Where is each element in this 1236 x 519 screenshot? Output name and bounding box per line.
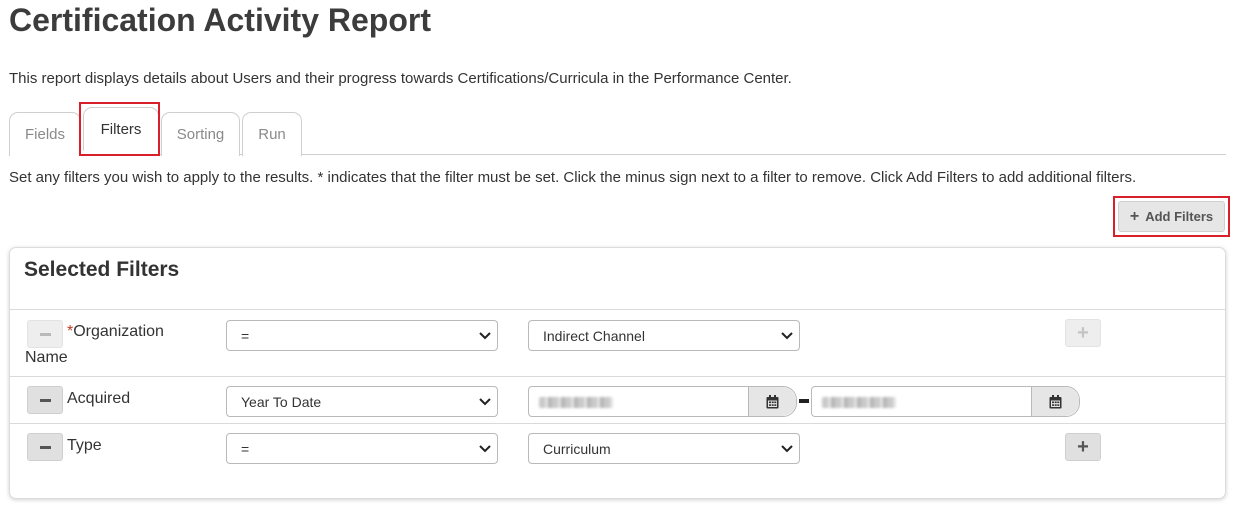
start-date-field[interactable]: [528, 386, 797, 417]
minus-icon: [39, 445, 51, 449]
add-value-button[interactable]: +: [1065, 433, 1101, 461]
add-filters-label: Add Filters: [1145, 209, 1214, 224]
operator-select[interactable]: =: [226, 320, 498, 351]
filter-label: Acquired: [67, 390, 131, 407]
filter-label-continued: Name: [25, 349, 68, 366]
end-date-field[interactable]: [811, 386, 1080, 417]
range-separator: [799, 399, 809, 403]
minus-icon: [39, 332, 51, 336]
chevron-down-icon: [781, 332, 793, 340]
minus-icon: [39, 398, 51, 402]
report-tabs: Fields Filters Sorting Run: [9, 107, 1226, 156]
calendar-icon: [766, 394, 779, 408]
filter-label: Type: [67, 437, 102, 454]
start-date-calendar-button[interactable]: [748, 387, 796, 416]
plus-icon: +: [1129, 207, 1140, 225]
tab-run[interactable]: Run: [242, 112, 302, 156]
filter-row-organization-name: *Organization Name = Indirect Channel +: [10, 310, 1225, 376]
tab-sorting[interactable]: Sorting: [161, 112, 240, 156]
filter-label: *Organization: [67, 323, 164, 340]
chevron-down-icon: [479, 332, 491, 340]
selected-filters-panel: Selected Filters *Organization Name = In…: [9, 247, 1226, 499]
remove-filter-button[interactable]: [27, 433, 63, 461]
panel-title: Selected Filters: [24, 258, 180, 281]
operator-select[interactable]: =: [226, 433, 498, 464]
tab-filters[interactable]: Filters: [83, 107, 159, 151]
report-description: This report displays details about Users…: [9, 70, 792, 87]
filter-row-acquired: Acquired Year To Date: [10, 377, 1225, 423]
filter-instructions: Set any filters you wish to apply to the…: [9, 169, 1137, 186]
add-value-button[interactable]: +: [1065, 319, 1101, 347]
date-range-select[interactable]: Year To Date: [226, 386, 498, 417]
tab-fields[interactable]: Fields: [9, 112, 81, 156]
chevron-down-icon: [781, 445, 793, 453]
plus-icon: +: [1077, 436, 1089, 458]
blurred-date: [539, 397, 613, 408]
chevron-down-icon: [479, 398, 491, 406]
value-select[interactable]: Curriculum: [528, 433, 800, 464]
plus-icon: +: [1077, 322, 1089, 344]
page-title: Certification Activity Report: [9, 2, 431, 38]
add-filters-button[interactable]: + Add Filters: [1118, 201, 1225, 232]
blurred-date: [822, 397, 896, 408]
filter-row-type: Type = Curriculum +: [10, 424, 1225, 474]
remove-filter-button[interactable]: [27, 320, 63, 348]
end-date-calendar-button[interactable]: [1031, 387, 1079, 416]
value-select[interactable]: Indirect Channel: [528, 320, 800, 351]
chevron-down-icon: [479, 445, 491, 453]
calendar-icon: [1049, 394, 1062, 408]
remove-filter-button[interactable]: [27, 386, 63, 414]
